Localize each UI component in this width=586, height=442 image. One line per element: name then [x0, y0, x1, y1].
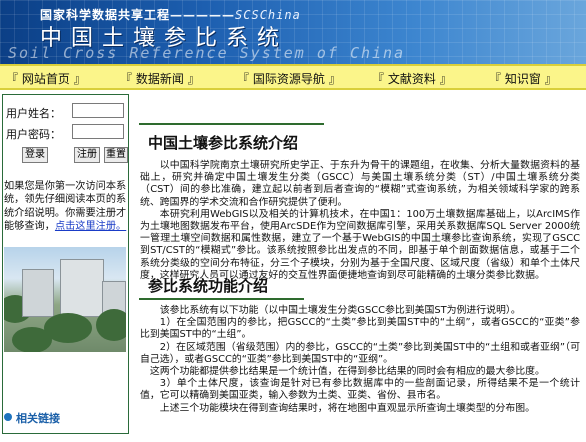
institute-photo — [4, 247, 126, 352]
intro-title: 中国土壤参比系统介绍 — [148, 134, 299, 152]
top-nav: 『 网站首页 』 『 数据新闻 』 『 国际资源导航 』 『 文献资料 』 『 … — [0, 64, 586, 90]
related-links-heading[interactable]: 相关链接 — [4, 410, 94, 426]
username-input[interactable] — [72, 103, 124, 118]
reset-button[interactable]: 重置 — [104, 147, 128, 163]
nav-item-knowledge[interactable]: 『 知识窗 』 — [489, 70, 557, 87]
function-line: 1）在全国范围内的参比，把GSCC的“土类”参比到美国ST中的“土纲”，或者GS… — [140, 317, 580, 341]
main-content: 中国土壤参比系统介绍 以中国科学院南京土壤研究所史学正、于东升为骨干的课题组，在… — [134, 90, 586, 442]
password-input[interactable] — [72, 124, 124, 139]
function-line: 这两个功能都提供参比结果是一个统计值，在得到参比结果的同时会有相应的最大参比度。 — [149, 366, 545, 378]
nav-item-home[interactable]: 『 网站首页 』 — [6, 70, 86, 87]
nav-item-news[interactable]: 『 数据新闻 』 — [120, 70, 200, 87]
function-body: 该参比系统有以下功能（以中国土壤发生分类GSCC参比到美国ST为例进行说明）。 … — [140, 305, 580, 415]
title-divider-bottom — [139, 298, 304, 300]
sidebar: 用户姓名： 用户密码： 登录 注册 重置 如果您是你第一次访问本系统，领先仔细阅… — [0, 90, 131, 442]
function-line: 3）单个土体尺度，该查询是针对已有参比数据库中的一些剖面记录，所得结果不是一个统… — [140, 378, 580, 402]
site-banner: 国家科学数据共享工程—————SCSChina 中国土壤参比系统 Soil Cr… — [0, 0, 586, 64]
first-visit-note: 如果您是你第一次访问本系统，领先仔细阅读本页的系统介绍说明。你需要注册才能够查询… — [4, 180, 128, 234]
function-line: 上述三个功能模块在得到查询结果时，将在地图中直观显示所查询土壤类型的分布图。 — [159, 402, 536, 414]
nav-item-documents[interactable]: 『 文献资料 』 — [372, 70, 452, 87]
bullet-icon — [4, 413, 12, 421]
system-subtitle: Soil Cross Reference System of China — [8, 44, 406, 62]
nav-item-international[interactable]: 『 国际资源导航 』 — [237, 70, 341, 87]
password-label: 用户密码： — [6, 128, 61, 141]
register-button[interactable]: 注册 — [74, 147, 100, 163]
intro-paragraph-1: 以中国科学院南京土壤研究所史学正、于东升为骨干的课题组，在收集、分析大量数据资料… — [140, 160, 580, 208]
register-link[interactable]: 点击这里注册。 — [55, 221, 126, 232]
intro-body: 以中国科学院南京土壤研究所史学正、于东升为骨干的课题组，在收集、分析大量数据资料… — [140, 160, 580, 282]
title-divider-top — [139, 123, 324, 125]
function-title: 参比系统功能介绍 — [148, 277, 269, 295]
related-links-label: 相关链接 — [16, 412, 60, 425]
function-line: 该参比系统有以下功能（以中国土壤发生分类GSCC参比到美国ST为例进行说明）。 — [159, 305, 521, 316]
function-line: 2）在区域范围（省级范围）内的参比，GSCC的“土类”参比到美国ST中的“土组和… — [140, 341, 580, 365]
username-label: 用户姓名： — [6, 107, 61, 120]
login-button[interactable]: 登录 — [22, 147, 48, 163]
intro-paragraph-2: 本研究利用WebGIS以及相关的计算机技术，在中国1：100万土壤数据库基础上，… — [140, 208, 580, 281]
